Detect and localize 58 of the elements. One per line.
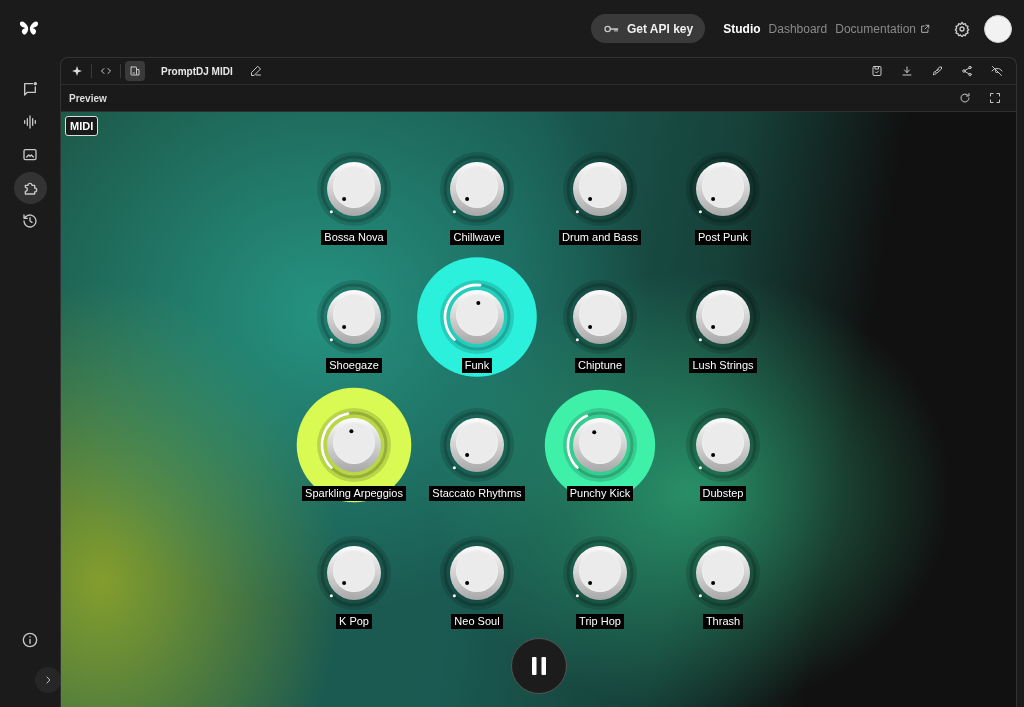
knob-label: Chillwave [450, 230, 504, 245]
sparkle-icon [71, 65, 83, 77]
mode-button[interactable] [125, 61, 145, 81]
info-icon [22, 632, 38, 648]
midi-button[interactable]: MIDI [65, 116, 99, 136]
knob[interactable] [563, 536, 637, 610]
knob-label: Trip Hop [576, 614, 624, 629]
knob[interactable] [686, 280, 760, 354]
knob[interactable] [440, 152, 514, 226]
app-title: PromptDJ MIDI [161, 65, 233, 77]
knob[interactable] [686, 408, 760, 482]
pencil-icon [249, 65, 262, 77]
knob[interactable] [317, 152, 391, 226]
knob[interactable] [686, 536, 760, 610]
knob-label: Post Punk [694, 230, 752, 245]
knob[interactable] [440, 536, 514, 610]
knob-label: Neo Soul [451, 614, 503, 629]
image-icon [22, 147, 38, 163]
knob-label: Chiptune [574, 358, 625, 373]
chat-icon [22, 81, 38, 97]
nav-link[interactable]: Dashboard [764, 21, 832, 36]
download-icon [901, 65, 913, 77]
puzzle-icon [22, 180, 38, 196]
knob-label: Bossa Nova [321, 230, 387, 245]
save-icon [871, 65, 883, 77]
knob-label: Thrash [702, 614, 744, 629]
fullscreen-icon [989, 92, 1001, 104]
knob[interactable] [563, 280, 637, 354]
knob[interactable] [563, 152, 637, 226]
refresh-icon [959, 92, 971, 104]
knob[interactable] [440, 408, 514, 482]
share-icon [961, 65, 973, 77]
pause-icon [529, 656, 549, 676]
knob-label: Lush Strings [689, 358, 757, 373]
knob[interactable] [317, 280, 391, 354]
preview-label: Preview [69, 92, 107, 104]
rail-button[interactable] [13, 172, 47, 204]
waveform-icon [22, 114, 38, 130]
nav-link[interactable]: Documentation [831, 21, 934, 36]
avatar[interactable] [984, 14, 1012, 43]
pause-button[interactable] [511, 638, 567, 694]
knob-label: Drum and Bass [559, 230, 641, 245]
eye-off-icon [991, 65, 1003, 77]
knob-label: Shoegaze [326, 358, 382, 373]
history-icon [22, 213, 38, 229]
knob[interactable] [317, 536, 391, 610]
knob-label: Funk [461, 358, 493, 373]
knob-label: Dubstep [699, 486, 747, 501]
device-icon [129, 65, 141, 77]
knob-label: Punchy Kick [566, 486, 634, 501]
knob[interactable] [686, 152, 760, 226]
api-key-button[interactable]: Get API key [590, 14, 706, 43]
code-icon [100, 65, 112, 77]
knob-label: Sparkling Arpeggios [302, 486, 406, 501]
nav-link[interactable]: Studio [719, 21, 765, 36]
knob-label: K Pop [336, 614, 372, 629]
settings-icon [954, 20, 970, 37]
knob-label: Staccato Rhythms [429, 486, 525, 501]
